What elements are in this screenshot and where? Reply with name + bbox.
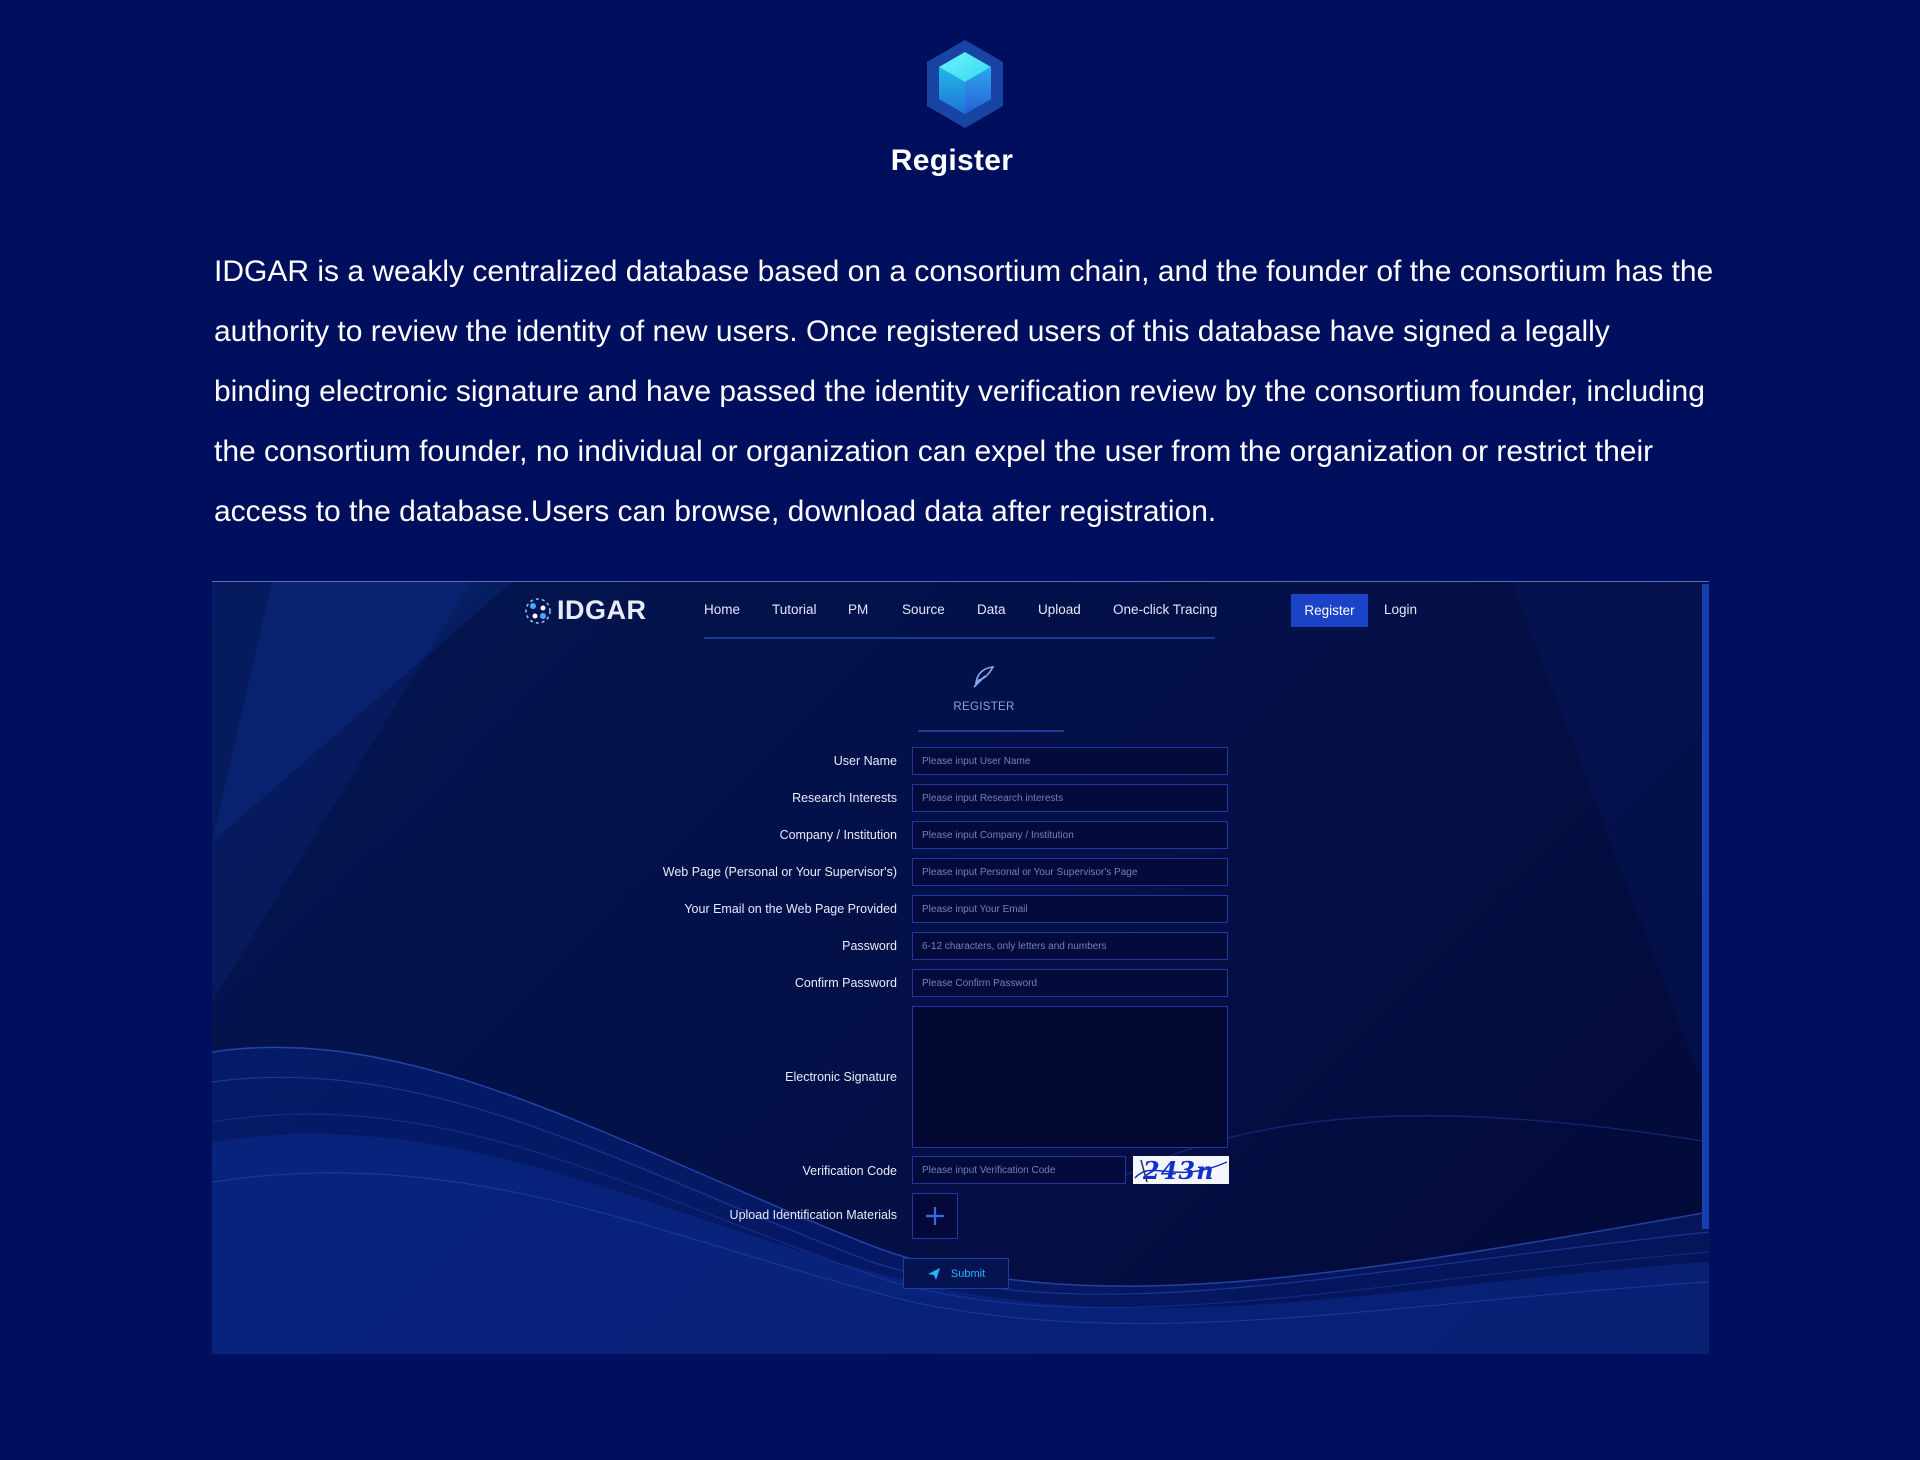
user-name-input[interactable] (912, 747, 1228, 775)
label-verification-code: Verification Code (802, 1164, 897, 1178)
label-research-interests: Research Interests (792, 791, 897, 805)
nav-one-click-tracing[interactable]: One-click Tracing (1113, 602, 1217, 617)
register-section-label: REGISTER (953, 701, 1015, 713)
captcha-text: 243n (1143, 1156, 1215, 1184)
label-web-page: Web Page (Personal or Your Supervisor's) (662, 865, 897, 879)
plus-icon (926, 1207, 944, 1225)
upload-materials-button[interactable] (912, 1193, 958, 1239)
register-page-screenshot: IDGAR Home Tutorial PM Source Data Uploa… (212, 581, 1709, 1354)
submit-label: Submit (950, 1267, 986, 1280)
captcha-image[interactable]: 243n (1133, 1156, 1229, 1184)
company-input[interactable] (912, 821, 1228, 849)
register-section-header: REGISTER (928, 664, 1040, 713)
confirm-password-input[interactable] (912, 969, 1228, 997)
dna-logo-icon (525, 597, 551, 624)
nav-upload[interactable]: Upload (1038, 602, 1081, 617)
idgar-brand[interactable]: IDGAR (523, 595, 647, 626)
intro-paragraph: IDGAR is a weakly centralized database b… (214, 255, 1714, 528)
label-company: Company / Institution (779, 828, 897, 842)
site-logo (924, 38, 1006, 130)
label-confirm-password: Confirm Password (794, 976, 897, 990)
nav-pm[interactable]: PM (848, 602, 868, 617)
label-electronic-signature: Electronic Signature (785, 1070, 897, 1084)
password-input[interactable] (912, 932, 1228, 960)
feather-pen-icon (973, 666, 995, 688)
label-password: Password (842, 939, 897, 953)
nav-home[interactable]: Home (704, 602, 740, 617)
nav-divider (704, 637, 1215, 639)
page-title: Register (890, 144, 1014, 177)
label-email: Your Email on the Web Page Provided (684, 902, 897, 916)
nav-tutorial[interactable]: Tutorial (772, 602, 817, 617)
register-button[interactable]: Register (1291, 594, 1368, 627)
research-interests-input[interactable] (912, 784, 1228, 812)
screenshot-scrollbar[interactable] (1702, 584, 1709, 1229)
nav-source[interactable]: Source (902, 602, 945, 617)
screenshot-navbar: IDGAR Home Tutorial PM Source Data Uploa… (212, 582, 1709, 642)
label-upload-materials: Upload Identification Materials (729, 1208, 897, 1222)
submit-button[interactable]: Submit (903, 1258, 1009, 1289)
paper-plane-icon (927, 1267, 940, 1280)
brand-name: IDGAR (557, 595, 647, 625)
register-section-divider (918, 730, 1064, 732)
hexagon-cube-icon (927, 40, 1003, 128)
login-link[interactable]: Login (1384, 602, 1417, 617)
email-input[interactable] (912, 895, 1228, 923)
label-user-name: User Name (833, 754, 897, 768)
nav-data[interactable]: Data (977, 602, 1006, 617)
verification-code-input[interactable] (912, 1156, 1126, 1184)
web-page-input[interactable] (912, 858, 1228, 886)
electronic-signature-pad[interactable] (912, 1006, 1228, 1148)
